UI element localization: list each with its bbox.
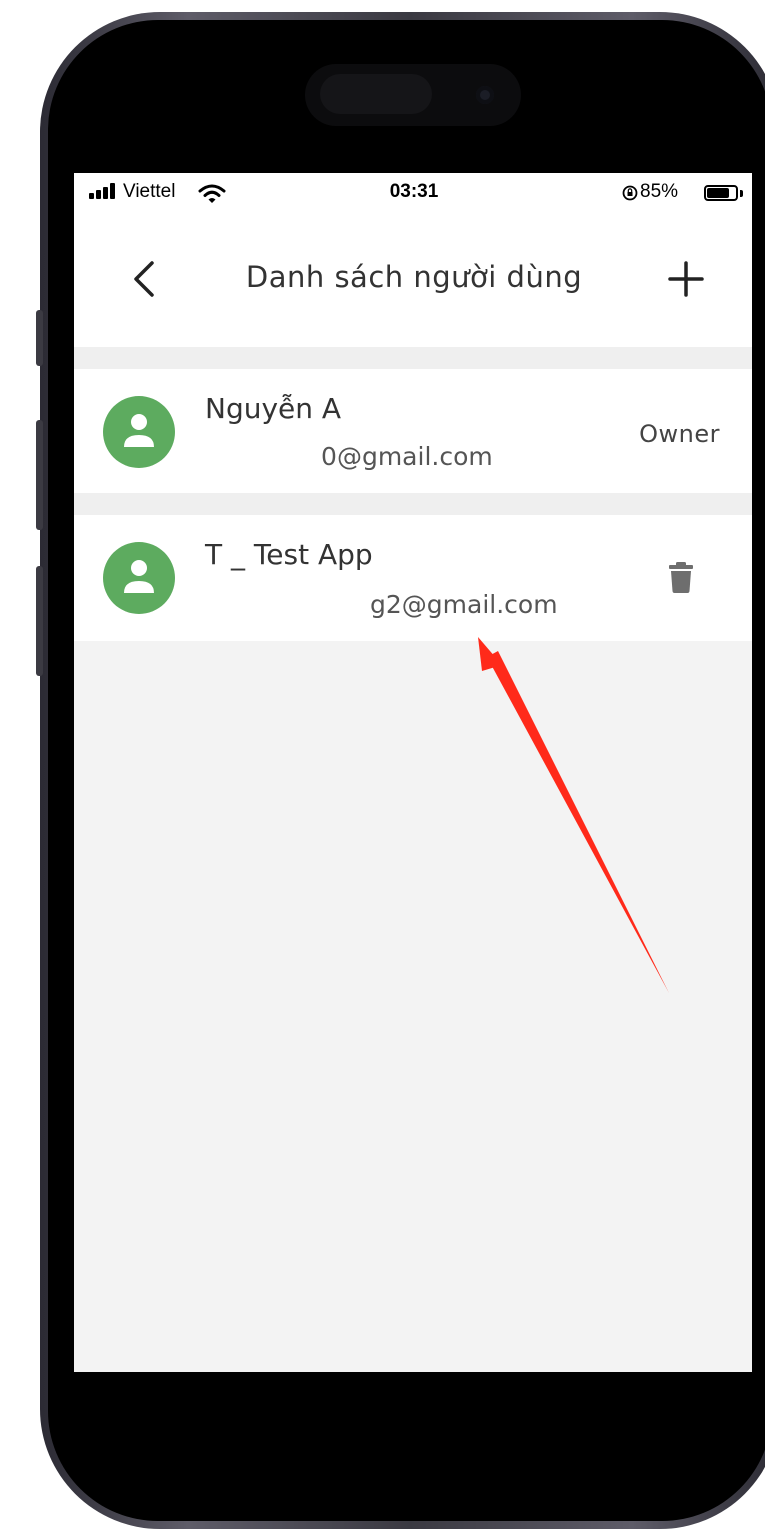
- dynamic-island-sensor: [320, 74, 432, 114]
- avatar: [103, 396, 175, 468]
- user-name: T _ Test App: [205, 538, 373, 571]
- plus-icon[interactable]: [664, 257, 708, 301]
- page-title: Danh sách người dùng: [245, 260, 583, 294]
- battery-percentage: 85%: [640, 181, 679, 202]
- app-header: Danh sách người dùng: [74, 215, 752, 347]
- user-row-owner[interactable]: Nguyễn A …on60@gmail.com Owner: [74, 369, 752, 493]
- app-screen: Viettel 03:31 85% Danh sách người dùng N…: [74, 173, 752, 1372]
- arrow-shaft: [487, 651, 669, 993]
- status-bar: Viettel 03:31 85%: [74, 173, 752, 215]
- volume-up-button: [36, 420, 43, 530]
- row-gap: [74, 493, 752, 515]
- silent-switch: [36, 310, 43, 366]
- wifi-icon: [198, 184, 226, 203]
- annotation-arrow: [478, 637, 669, 993]
- chevron-left-icon[interactable]: [122, 255, 166, 303]
- signal-icon: [89, 183, 119, 199]
- person-icon: [124, 560, 154, 593]
- user-name: Nguyễn A: [205, 392, 342, 425]
- battery-icon: [704, 185, 738, 201]
- status-time: 03:31: [389, 181, 439, 202]
- volume-down-button: [36, 566, 43, 676]
- redaction-mask: [194, 439, 320, 469]
- person-icon: [124, 414, 154, 447]
- battery-tip: [740, 190, 743, 197]
- trash-icon[interactable]: [669, 561, 693, 593]
- front-camera: [476, 86, 494, 104]
- battery-level-fill: [707, 188, 729, 198]
- role-label: Owner: [639, 420, 720, 448]
- rotation-lock-icon: [622, 185, 638, 201]
- avatar: [103, 542, 175, 614]
- carrier-name: Viettel: [123, 181, 176, 202]
- section-divider: [74, 347, 752, 369]
